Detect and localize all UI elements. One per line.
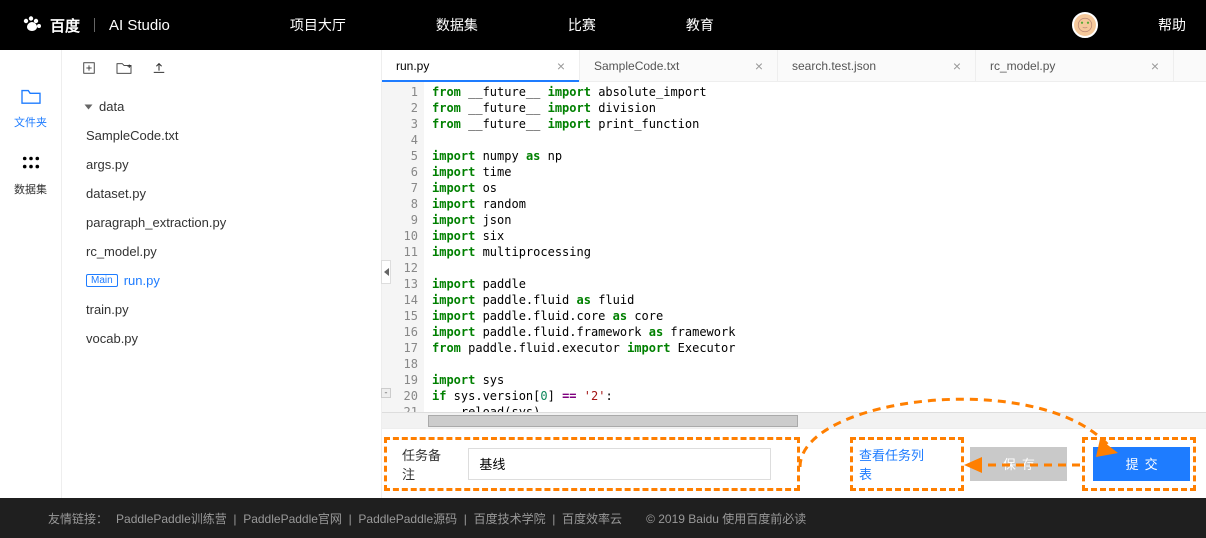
- data-icon: [20, 154, 42, 172]
- collapse-handle[interactable]: [381, 260, 391, 284]
- avatar[interactable]: [1072, 12, 1098, 38]
- note-label: 任务备注: [402, 445, 452, 483]
- code-line[interactable]: from __future__ import absolute_import: [432, 84, 1206, 100]
- code-line[interactable]: reload(sys): [432, 404, 1206, 412]
- code-line[interactable]: from __future__ import division: [432, 100, 1206, 116]
- file-item[interactable]: dataset.py: [62, 179, 381, 208]
- code-line[interactable]: [432, 260, 1206, 276]
- close-icon[interactable]: ×: [1151, 58, 1159, 74]
- footer-label: 友情链接：: [48, 510, 108, 527]
- rail-data[interactable]: 数据集: [0, 142, 61, 209]
- nav-help[interactable]: 帮助: [1158, 15, 1186, 35]
- editor-tab[interactable]: search.test.json×: [778, 50, 976, 81]
- code-line[interactable]: import os: [432, 180, 1206, 196]
- file-item[interactable]: rc_model.py: [62, 237, 381, 266]
- note-input[interactable]: [468, 448, 771, 480]
- file-item-main[interactable]: Mainrun.py: [62, 266, 381, 295]
- editor-tab[interactable]: run.py×: [382, 50, 580, 81]
- code-line[interactable]: import paddle: [432, 276, 1206, 292]
- file-item[interactable]: SampleCode.txt: [62, 121, 381, 150]
- rail-files[interactable]: 文件夹: [0, 75, 61, 142]
- code-line[interactable]: import paddle.fluid.framework as framewo…: [432, 324, 1206, 340]
- file-item[interactable]: vocab.py: [62, 324, 381, 353]
- code-line[interactable]: import json: [432, 212, 1206, 228]
- code-line[interactable]: import paddle.fluid as fluid: [432, 292, 1206, 308]
- code-line[interactable]: import numpy as np: [432, 148, 1206, 164]
- code-line[interactable]: if sys.version[0] == '2':: [432, 388, 1206, 404]
- footer-copyright: © 2019 Baidu 使用百度前必读: [646, 510, 806, 527]
- new-file-icon[interactable]: [82, 61, 96, 75]
- submit-button[interactable]: 提交: [1093, 447, 1190, 481]
- footer-link[interactable]: PaddlePaddle训练营: [116, 512, 227, 526]
- code-line[interactable]: [432, 132, 1206, 148]
- new-folder-icon[interactable]: [116, 61, 132, 75]
- editor-tab[interactable]: SampleCode.txt×: [580, 50, 778, 81]
- code-line[interactable]: import multiprocessing: [432, 244, 1206, 260]
- footer-link[interactable]: 百度技术学院: [474, 512, 546, 526]
- code-line[interactable]: [432, 356, 1206, 372]
- close-icon[interactable]: ×: [953, 58, 961, 74]
- footer-link[interactable]: 百度效率云: [562, 512, 622, 526]
- brand-logo[interactable]: 百度 AI Studio: [20, 13, 170, 37]
- code-line[interactable]: from paddle.fluid.executor import Execut…: [432, 340, 1206, 356]
- nav-datasets[interactable]: 数据集: [436, 15, 478, 35]
- code-line[interactable]: import sys: [432, 372, 1206, 388]
- footer-link[interactable]: PaddlePaddle源码: [358, 512, 457, 526]
- file-item[interactable]: args.py: [62, 150, 381, 179]
- file-item[interactable]: paragraph_extraction.py: [62, 208, 381, 237]
- nav-lobby[interactable]: 项目大厅: [290, 15, 346, 35]
- horizontal-scrollbar[interactable]: [382, 412, 1206, 428]
- code-line[interactable]: from __future__ import print_function: [432, 116, 1206, 132]
- close-icon[interactable]: ×: [755, 58, 763, 74]
- save-button[interactable]: 保存: [970, 447, 1067, 481]
- footer-link[interactable]: PaddlePaddle官网: [243, 512, 342, 526]
- code-line[interactable]: import random: [432, 196, 1206, 212]
- code-line[interactable]: import paddle.fluid.core as core: [432, 308, 1206, 324]
- editor-tab[interactable]: rc_model.py×: [976, 50, 1174, 81]
- upload-icon[interactable]: [152, 61, 166, 75]
- folder-item[interactable]: data: [62, 92, 381, 121]
- nav-edu[interactable]: 教育: [686, 15, 714, 35]
- view-tasks-link[interactable]: 查看任务列表: [859, 445, 935, 483]
- folder-icon: [20, 87, 42, 105]
- file-item[interactable]: train.py: [62, 295, 381, 324]
- nav-compete[interactable]: 比赛: [568, 15, 596, 35]
- close-icon[interactable]: ×: [557, 58, 565, 74]
- code-line[interactable]: import six: [432, 228, 1206, 244]
- code-line[interactable]: import time: [432, 164, 1206, 180]
